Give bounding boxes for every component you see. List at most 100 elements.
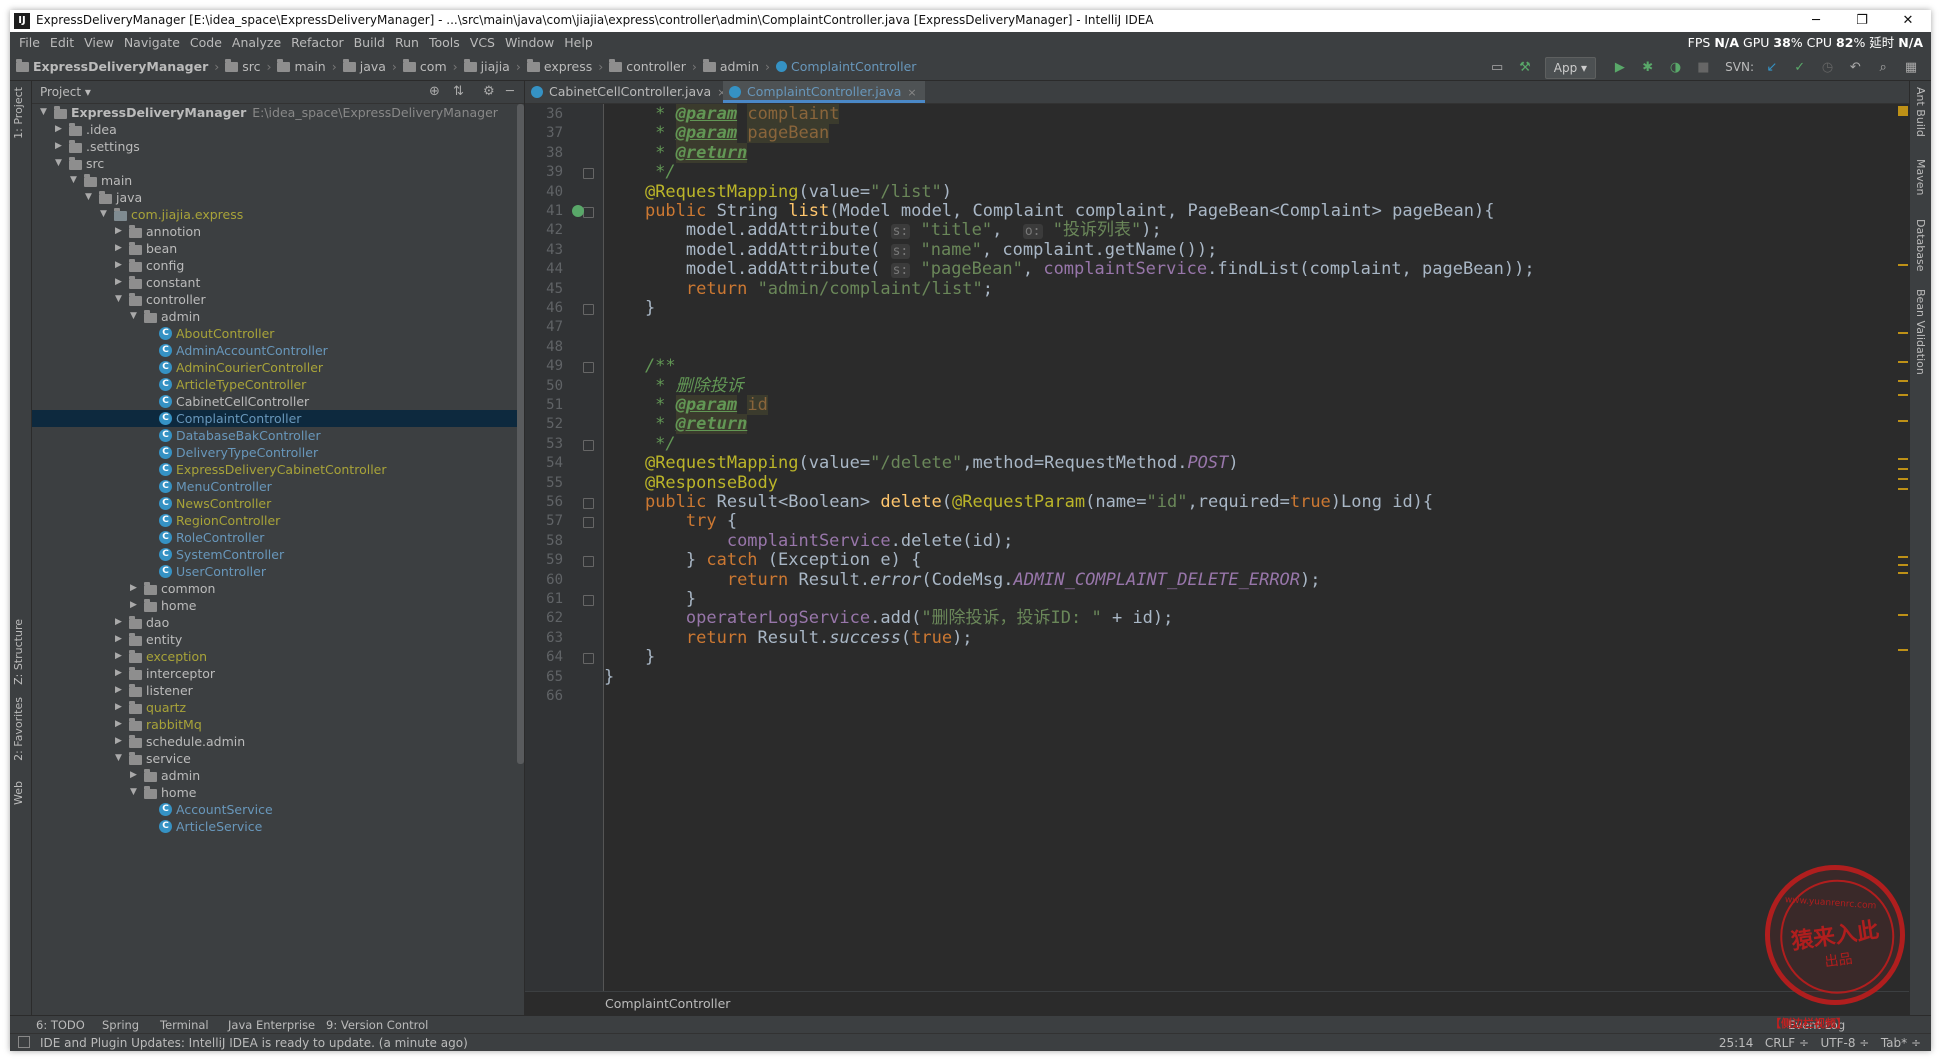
- line-number[interactable]: 55: [525, 474, 563, 493]
- tree-item[interactable]: ▶ listener: [32, 682, 524, 699]
- build-hammer-icon[interactable]: ⚒: [1515, 55, 1535, 81]
- line-number[interactable]: 48: [525, 338, 563, 357]
- collapsed-arrow-icon[interactable]: ▶: [115, 614, 125, 631]
- indent-setting[interactable]: Tab* ÷: [1881, 1036, 1921, 1050]
- project-structure-icon[interactable]: ▭: [1487, 55, 1507, 81]
- tree-item[interactable]: ▶ .idea: [32, 121, 524, 138]
- fold-marker-icon[interactable]: [583, 304, 594, 315]
- breadcrumb-item[interactable]: express: [526, 54, 592, 80]
- tree-item[interactable]: C AdminCourierController: [32, 359, 524, 376]
- menu-item-file[interactable]: File: [14, 32, 45, 54]
- expanded-arrow-icon[interactable]: ▼: [40, 104, 50, 121]
- tree-item[interactable]: C UserController: [32, 563, 524, 580]
- tree-item[interactable]: ▼ service: [32, 750, 524, 767]
- search-icon[interactable]: ⌕: [1873, 55, 1893, 81]
- right-tool-tab[interactable]: Ant Build: [1914, 87, 1927, 137]
- minimize-button[interactable]: ─: [1793, 10, 1839, 32]
- code-area[interactable]: * @param complaint * @param pageBean * @…: [604, 104, 1894, 991]
- collapsed-arrow-icon[interactable]: ▶: [115, 682, 125, 699]
- collapsed-arrow-icon[interactable]: ▶: [115, 223, 125, 240]
- tree-item[interactable]: ▼ src: [32, 155, 524, 172]
- line-number[interactable]: 42: [525, 221, 563, 240]
- fold-marker-icon[interactable]: [583, 498, 594, 509]
- line-number[interactable]: 53: [525, 435, 563, 454]
- line-number[interactable]: 38: [525, 144, 563, 163]
- run-icon[interactable]: ▶: [1610, 55, 1630, 81]
- line-number[interactable]: 46: [525, 299, 563, 318]
- line-number[interactable]: 41: [525, 202, 563, 221]
- tree-item[interactable]: C AdminAccountController: [32, 342, 524, 359]
- breadcrumb-item[interactable]: controller: [609, 54, 686, 80]
- tree-item[interactable]: C ExpressDeliveryCabinetController: [32, 461, 524, 478]
- line-number[interactable]: 43: [525, 241, 563, 260]
- file-encoding[interactable]: UTF-8 ÷: [1821, 1036, 1870, 1050]
- collapsed-arrow-icon[interactable]: ▶: [130, 597, 140, 614]
- tree-item[interactable]: ▶ interceptor: [32, 665, 524, 682]
- tree-item[interactable]: ▶ constant: [32, 274, 524, 291]
- tree-item[interactable]: C RoleController: [32, 529, 524, 546]
- line-number[interactable]: 65: [525, 668, 563, 687]
- collapsed-arrow-icon[interactable]: ▶: [115, 699, 125, 716]
- collapse-all-icon[interactable]: ⇅: [453, 81, 464, 103]
- project-view-select[interactable]: Project ▾: [40, 81, 91, 103]
- line-separator[interactable]: CRLF ÷: [1765, 1036, 1809, 1050]
- breadcrumb-item[interactable]: com: [402, 54, 447, 80]
- run-anything-icon[interactable]: ▦: [1901, 55, 1921, 81]
- tree-item[interactable]: C ArticleTypeController: [32, 376, 524, 393]
- collapsed-arrow-icon[interactable]: ▶: [115, 733, 125, 750]
- collapsed-arrow-icon[interactable]: ▶: [130, 580, 140, 597]
- fold-marker-icon[interactable]: [583, 653, 594, 665]
- line-number[interactable]: 60: [525, 571, 563, 590]
- warning-stripe-mark[interactable]: [1898, 420, 1908, 422]
- menu-item-window[interactable]: Window: [500, 32, 559, 54]
- breadcrumb-item[interactable]: ExpressDeliveryManager: [16, 54, 208, 80]
- right-tool-tab[interactable]: Database: [1914, 219, 1927, 272]
- fold-marker-icon[interactable]: [583, 556, 594, 568]
- tree-item[interactable]: ▼ ExpressDeliveryManager E:\idea_space\Exp…: [32, 104, 524, 121]
- tree-item[interactable]: C NewsController: [32, 495, 524, 512]
- line-number[interactable]: 61: [525, 590, 563, 609]
- fold-marker-icon[interactable]: [583, 207, 594, 218]
- menu-item-vcs[interactable]: VCS: [465, 32, 500, 54]
- warning-stripe-mark[interactable]: [1898, 564, 1908, 566]
- status-message[interactable]: IDE and Plugin Updates: IntelliJ IDEA is…: [40, 1034, 468, 1051]
- tree-item[interactable]: ▶ exception: [32, 648, 524, 665]
- line-number[interactable]: 62: [525, 609, 563, 628]
- expanded-arrow-icon[interactable]: ▼: [85, 189, 95, 206]
- line-number[interactable]: 66: [525, 687, 563, 706]
- fold-marker-icon[interactable]: [583, 362, 594, 374]
- collapsed-arrow-icon[interactable]: ▶: [115, 648, 125, 665]
- menu-item-navigate[interactable]: Navigate: [119, 32, 185, 54]
- tree-item[interactable]: ▼ main: [32, 172, 524, 189]
- breadcrumb-item[interactable]: src: [225, 54, 260, 80]
- error-stripe[interactable]: [1896, 104, 1910, 991]
- warning-stripe-mark[interactable]: [1898, 264, 1908, 266]
- bottom-tool-tab[interactable]: Terminal: [160, 1016, 209, 1034]
- expanded-arrow-icon[interactable]: ▼: [130, 784, 140, 801]
- expanded-arrow-icon[interactable]: ▼: [130, 308, 140, 325]
- breadcrumb-item[interactable]: ComplaintController: [776, 54, 916, 80]
- line-number[interactable]: 40: [525, 183, 563, 202]
- expanded-arrow-icon[interactable]: ▼: [115, 291, 125, 308]
- tree-item[interactable]: ▶ bean: [32, 240, 524, 257]
- tree-item[interactable]: ▶ dao: [32, 614, 524, 631]
- tree-item[interactable]: C RegionController: [32, 512, 524, 529]
- line-number[interactable]: 57: [525, 512, 563, 531]
- warning-stripe-mark[interactable]: [1898, 458, 1908, 460]
- breadcrumb-item[interactable]: main: [277, 54, 326, 80]
- menu-item-build[interactable]: Build: [349, 32, 390, 54]
- line-number[interactable]: 39: [525, 163, 563, 182]
- expanded-arrow-icon[interactable]: ▼: [70, 172, 80, 189]
- project-scrollbar[interactable]: [517, 104, 524, 764]
- breadcrumb-item[interactable]: java: [342, 54, 386, 80]
- warning-stripe-mark[interactable]: [1898, 649, 1908, 651]
- line-number[interactable]: 44: [525, 260, 563, 279]
- line-number[interactable]: 36: [525, 105, 563, 124]
- tree-item[interactable]: ▶ admin: [32, 767, 524, 784]
- tree-item[interactable]: ▶ home: [32, 597, 524, 614]
- warning-indicator-icon[interactable]: [1898, 106, 1908, 116]
- bottom-tool-tab[interactable]: 6: TODO: [36, 1016, 85, 1034]
- fold-marker-icon[interactable]: [583, 439, 594, 451]
- tree-item[interactable]: C MenuController: [32, 478, 524, 495]
- code-editor[interactable]: 36 37 38 39 40 41 42 43 44 45 46 47 48 49 50 51 52 53 54 55…: [525, 104, 1910, 991]
